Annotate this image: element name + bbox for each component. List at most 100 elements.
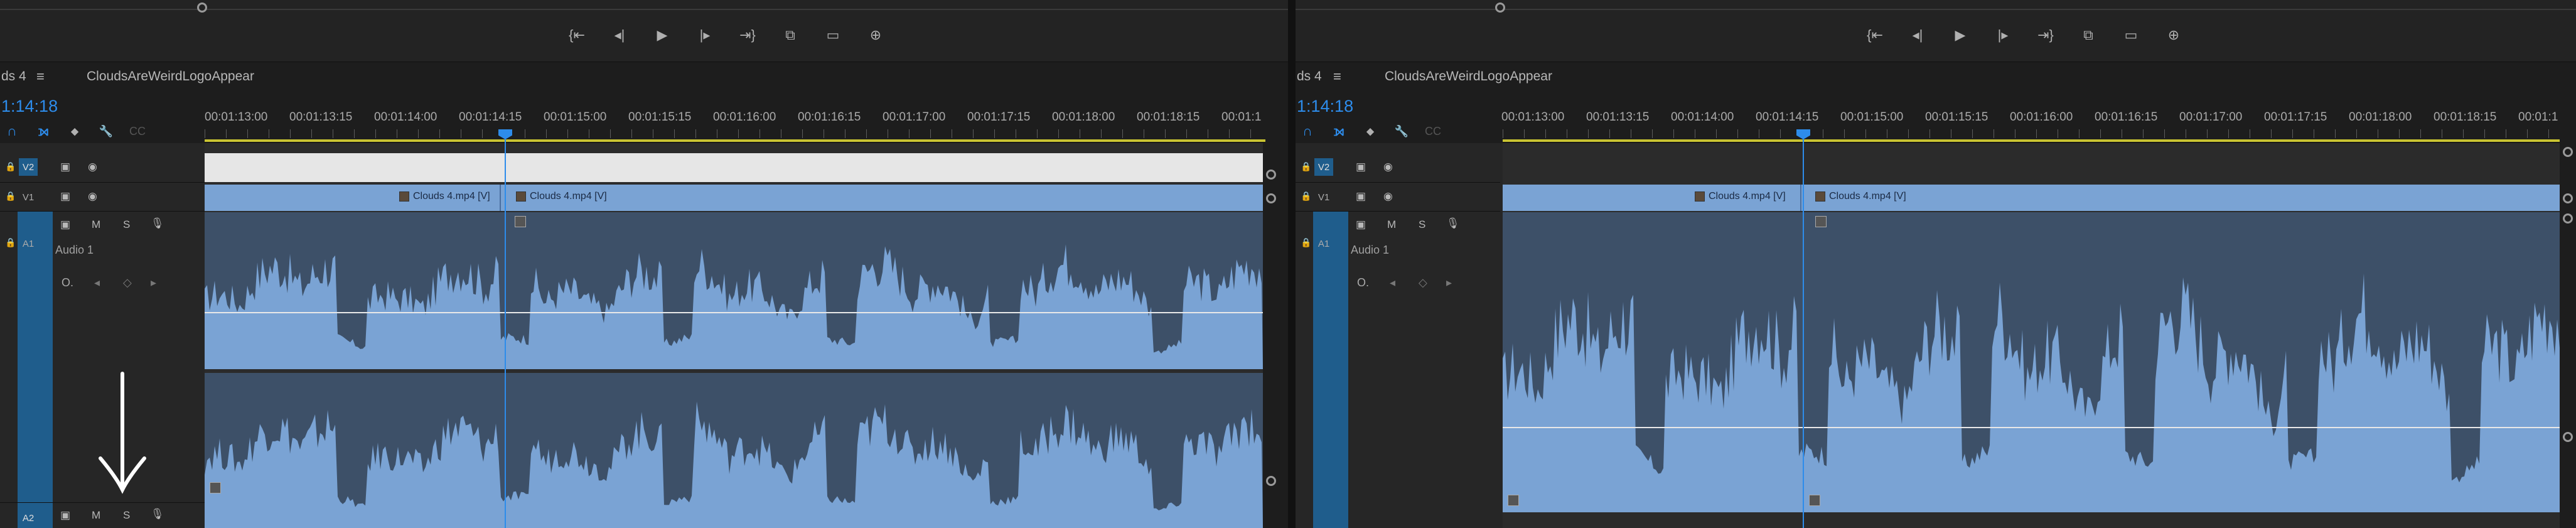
step-forward-icon[interactable]: |▸: [690, 23, 720, 48]
v2-clip[interactable]: [205, 153, 1263, 182]
track-target-a1[interactable]: A1: [1314, 235, 1333, 252]
panel-menu-icon[interactable]: ≡: [36, 68, 45, 85]
clip-fx-icon[interactable]: [210, 482, 221, 493]
lock-icon[interactable]: 🔒: [5, 237, 16, 248]
playhead-line[interactable]: [1803, 138, 1804, 528]
work-area-bar[interactable]: [205, 139, 1265, 142]
playhead-line[interactable]: [505, 138, 506, 528]
audio-track-a1[interactable]: [1503, 212, 2560, 528]
mute-button[interactable]: M: [92, 509, 100, 522]
add-keyframe-icon[interactable]: ◇: [123, 276, 132, 289]
overwrite-icon[interactable]: ▭: [818, 23, 848, 48]
add-marker-icon[interactable]: ⬥: [65, 122, 84, 141]
scroll-knob[interactable]: [1266, 193, 1276, 203]
linked-selection-icon[interactable]: ⟕: [34, 122, 53, 141]
clip-fx-icon[interactable]: [1815, 216, 1827, 227]
clip-b[interactable]: Clouds 4.mp4 [V]: [1815, 191, 1906, 202]
timeline-tracks[interactable]: Clouds 4.mp4 [V] Clouds 4.mp4 [V]: [1503, 143, 2560, 528]
go-to-next-edit-icon[interactable]: ⇥}: [733, 23, 763, 48]
scroll-knob-top[interactable]: [2563, 147, 2573, 157]
camera-icon[interactable]: ▣: [60, 190, 70, 203]
track-target-v2[interactable]: V2: [1314, 158, 1333, 176]
playhead-timecode[interactable]: 1:14:18: [1297, 97, 1353, 116]
camera-icon[interactable]: ▣: [60, 218, 70, 231]
edit-point[interactable]: [1800, 185, 1801, 211]
go-to-next-edit-icon[interactable]: ⇥}: [2031, 23, 2061, 48]
waveform-channel-2[interactable]: [205, 373, 1263, 528]
add-keyframe-icon[interactable]: ◇: [1419, 276, 1427, 289]
solo-button[interactable]: S: [123, 218, 130, 231]
vertical-scrollbar[interactable]: [1265, 143, 1277, 528]
solo-button[interactable]: S: [1419, 218, 1425, 231]
scroll-knob[interactable]: [2563, 213, 2573, 224]
monitor-scrub-knob[interactable]: [1495, 3, 1505, 13]
eye-icon[interactable]: ◉: [88, 190, 97, 203]
play-icon[interactable]: ▶: [647, 23, 677, 48]
scroll-knob-bottom[interactable]: [2563, 432, 2573, 442]
edit-point[interactable]: [500, 185, 501, 211]
clip-fx-icon[interactable]: [1508, 495, 1519, 506]
solo-button[interactable]: S: [123, 509, 130, 522]
camera-icon[interactable]: ▣: [1356, 218, 1366, 231]
playhead-timecode[interactable]: 1:14:18: [1, 97, 58, 116]
time-ruler[interactable]: 00:01:13:00 00:01:13:15 00:01:14:00 00:01:1…: [1501, 107, 2560, 143]
sequence-tab-name[interactable]: CloudsAreWeirdLogoAppear: [1385, 69, 1552, 84]
mic-icon[interactable]: 🎙: [151, 217, 164, 230]
eye-icon[interactable]: ◉: [1383, 190, 1393, 203]
scroll-knob[interactable]: [2563, 193, 2573, 203]
volume-knob[interactable]: O.: [62, 276, 73, 289]
work-area-bar[interactable]: [1503, 139, 2560, 142]
camera-icon[interactable]: ▣: [1356, 161, 1366, 173]
clip-a[interactable]: Clouds 4.mp4 [V]: [399, 191, 490, 202]
scroll-knob-bottom[interactable]: [1266, 476, 1276, 486]
export-frame-icon[interactable]: ⊕: [861, 23, 891, 48]
previous-keyframe-icon[interactable]: ◂: [1390, 276, 1395, 289]
step-back-icon[interactable]: ◂|: [604, 23, 635, 48]
wrench-icon[interactable]: 🔧: [97, 122, 115, 141]
go-to-previous-edit-icon[interactable]: {⇤: [1860, 23, 1890, 48]
waveform-mono[interactable]: [1503, 212, 2560, 512]
monitor-scrub-bar[interactable]: [0, 9, 1288, 10]
insert-icon[interactable]: ⧉: [2073, 23, 2103, 48]
v1-track-clips[interactable]: Clouds 4.mp4 [V] Clouds 4.mp4 [V]: [205, 185, 1263, 211]
lock-icon[interactable]: 🔒: [1301, 191, 1311, 202]
next-keyframe-icon[interactable]: ▸: [151, 276, 156, 289]
insert-icon[interactable]: ⧉: [775, 23, 805, 48]
play-icon[interactable]: ▶: [1945, 23, 1975, 48]
clip-fx-icon[interactable]: [1809, 495, 1820, 506]
add-marker-icon[interactable]: ⬥: [1361, 122, 1380, 141]
previous-keyframe-icon[interactable]: ◂: [94, 276, 100, 289]
captions-icon[interactable]: CC: [128, 122, 147, 141]
step-back-icon[interactable]: ◂|: [1902, 23, 1933, 48]
panel-divider[interactable]: [1288, 0, 1296, 528]
monitor-scrub-bar[interactable]: [1296, 9, 2576, 10]
eye-icon[interactable]: ◉: [1383, 161, 1393, 173]
track-target-v2[interactable]: V2: [19, 158, 38, 176]
sequence-tab-name[interactable]: CloudsAreWeirdLogoAppear: [87, 69, 254, 84]
mic-icon[interactable]: 🎙: [1446, 217, 1460, 230]
captions-icon[interactable]: CC: [1424, 122, 1442, 141]
snap-icon[interactable]: ∩: [3, 122, 21, 141]
snap-icon[interactable]: ∩: [1298, 122, 1317, 141]
lock-icon[interactable]: 🔒: [5, 191, 16, 202]
mute-button[interactable]: M: [1387, 218, 1396, 231]
track-target-a1[interactable]: A1: [19, 235, 38, 252]
track-target-a2[interactable]: A2: [19, 509, 38, 527]
clip-fx-icon[interactable]: [515, 216, 526, 227]
next-keyframe-icon[interactable]: ▸: [1446, 276, 1452, 289]
camera-icon[interactable]: ▣: [60, 509, 70, 522]
time-ruler[interactable]: 00:01:13:00 00:01:13:15 00:01:14:00 00:01:1…: [205, 107, 1265, 143]
waveform-channel-1[interactable]: [205, 212, 1263, 369]
eye-icon[interactable]: ◉: [88, 161, 97, 173]
step-forward-icon[interactable]: |▸: [1988, 23, 2018, 48]
export-frame-icon[interactable]: ⊕: [2159, 23, 2189, 48]
audio-track-a1[interactable]: [205, 212, 1263, 528]
track-target-v1[interactable]: V1: [19, 188, 38, 206]
scroll-knob-top[interactable]: [1266, 170, 1276, 180]
clip-b[interactable]: Clouds 4.mp4 [V]: [516, 191, 607, 202]
camera-icon[interactable]: ▣: [60, 161, 70, 173]
track-target-v1[interactable]: V1: [1314, 188, 1333, 206]
lock-icon[interactable]: 🔒: [1301, 161, 1311, 172]
clip-a[interactable]: Clouds 4.mp4 [V]: [1695, 191, 1786, 202]
v1-track-clips[interactable]: Clouds 4.mp4 [V] Clouds 4.mp4 [V]: [1503, 185, 2560, 211]
